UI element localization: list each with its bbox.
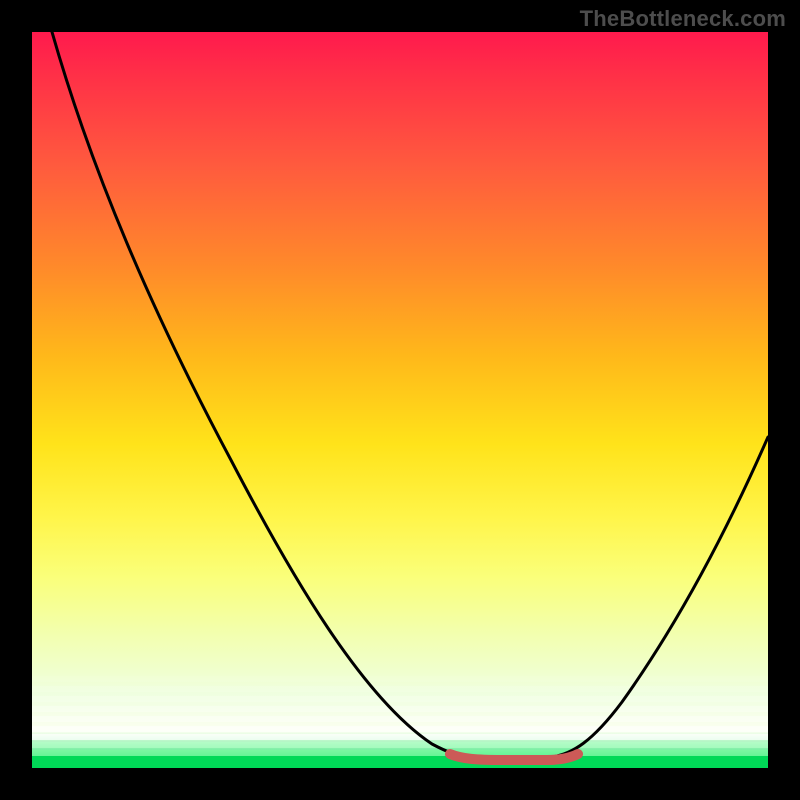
watermark-text: TheBottleneck.com: [580, 6, 786, 32]
curve-svg: [32, 32, 768, 768]
chart-frame: TheBottleneck.com: [0, 0, 800, 800]
optimal-range-marker: [450, 754, 578, 760]
plot-area: [32, 32, 768, 768]
bottleneck-curve: [52, 32, 768, 757]
